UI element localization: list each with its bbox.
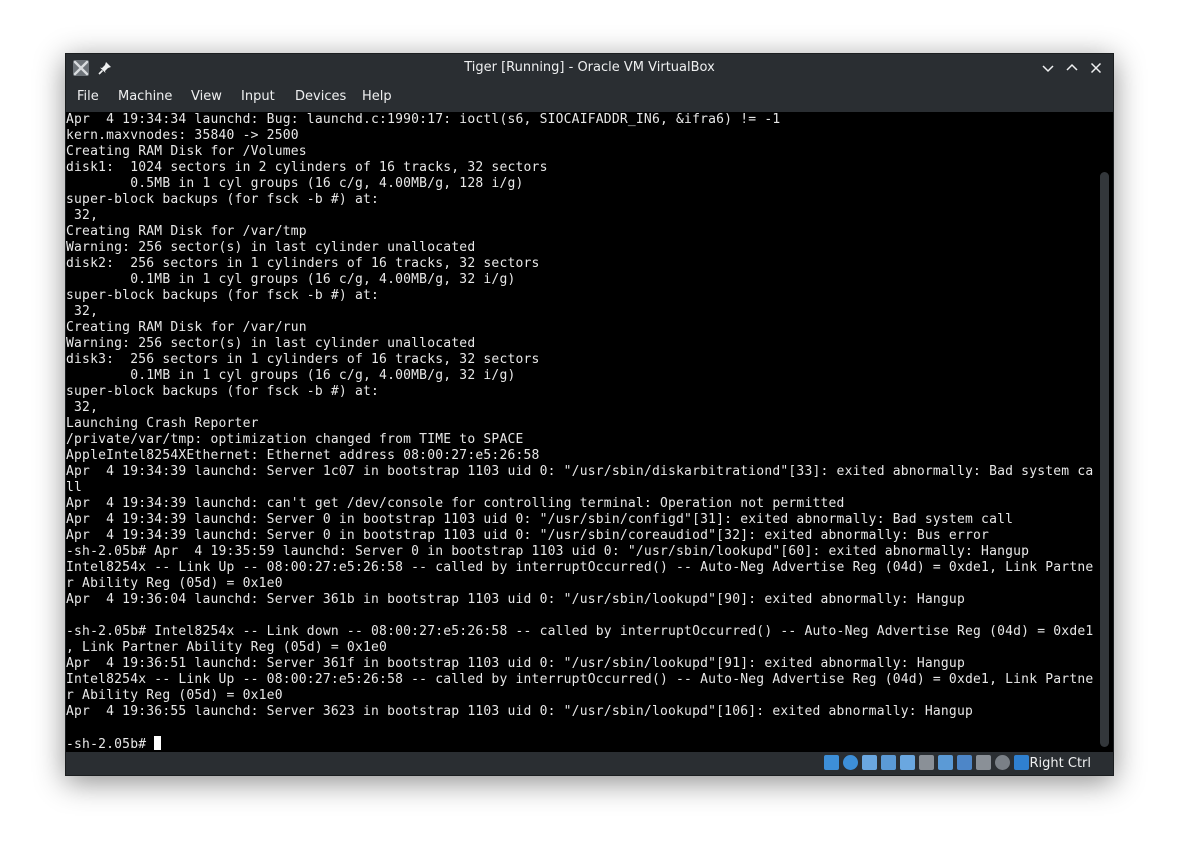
host-key-label[interactable]: Right Ctrl xyxy=(1030,752,1092,775)
console-line: /private/var/tmp: optimization changed f… xyxy=(66,432,524,447)
usb-icon[interactable] xyxy=(900,755,915,770)
console-line: Apr 4 19:34:39 launchd: Server 0 in boot… xyxy=(66,512,1014,527)
vm-display[interactable]: Apr 4 19:34:34 launchd: Bug: launchd.c:1… xyxy=(66,112,1113,752)
title-bar[interactable]: Tiger [Running] - Oracle VM VirtualBox xyxy=(66,54,1113,82)
menu-view[interactable]: View xyxy=(185,82,228,112)
console-line: disk2: 256 sectors in 1 cylinders of 16 … xyxy=(66,256,540,271)
console-line: ll xyxy=(66,480,83,495)
scrollbar[interactable] xyxy=(1100,172,1109,747)
console-line: Apr 4 19:36:55 launchd: Server 3623 in b… xyxy=(66,704,974,719)
hard-disk-icon[interactable] xyxy=(824,755,839,770)
console-line: Intel8254x -- Link Up -- 08:00:27:e5:26:… xyxy=(66,560,1094,575)
display-icon[interactable] xyxy=(938,755,953,770)
console-line: AppleIntel8254XEthernet: Ethernet addres… xyxy=(66,448,540,463)
status-bar: Right Ctrl xyxy=(66,752,1113,775)
console-line: 32, xyxy=(66,208,99,223)
console-line: 32, xyxy=(66,304,99,319)
maximize-icon[interactable] xyxy=(1064,60,1080,76)
console-line: -sh-2.05b# Apr 4 19:35:59 launchd: Serve… xyxy=(66,544,1030,559)
console-line: Creating RAM Disk for /var/tmp xyxy=(66,224,307,239)
mouse-integration-icon[interactable] xyxy=(995,755,1010,770)
console-line: Apr 4 19:34:39 launchd: Server 0 in boot… xyxy=(66,528,990,543)
console-line: 0.1MB in 1 cyl groups (16 c/g, 4.00MB/g,… xyxy=(66,368,516,383)
shell-prompt: -sh-2.05b# xyxy=(66,737,155,752)
console-line: , Link Partner Ability Reg (05d) = 0x1e0 xyxy=(66,640,388,655)
console-line: Apr 4 19:34:39 launchd: can't get /dev/c… xyxy=(66,496,845,511)
console-line: Apr 4 19:34:34 launchd: Bug: launchd.c:1… xyxy=(66,112,781,127)
console-line: disk1: 1024 sectors in 2 cylinders of 16… xyxy=(66,160,548,175)
console-line: super-block backups (for fsck -b #) at: xyxy=(66,192,380,207)
console-line: kern.maxvnodes: 35840 -> 2500 xyxy=(66,128,299,143)
window-title: Tiger [Running] - Oracle VM VirtualBox xyxy=(464,60,715,75)
close-icon[interactable] xyxy=(1088,60,1104,76)
recording-icon[interactable] xyxy=(957,755,972,770)
text-cursor xyxy=(154,736,162,750)
shared-folders-icon[interactable] xyxy=(919,755,934,770)
console-line: Creating RAM Disk for /var/run xyxy=(66,320,307,335)
console-line: Apr 4 19:36:04 launchd: Server 361b in b… xyxy=(66,592,965,607)
menu-help[interactable]: Help xyxy=(356,82,398,112)
console-line: 0.5MB in 1 cyl groups (16 c/g, 4.00MB/g,… xyxy=(66,176,524,191)
console-line: r Ability Reg (05d) = 0x1e0 xyxy=(66,688,283,703)
console-line: -sh-2.05b# Intel8254x -- Link down -- 08… xyxy=(66,624,1094,639)
console-line: Intel8254x -- Link Up -- 08:00:27:e5:26:… xyxy=(66,672,1094,687)
console-output: Apr 4 19:34:34 launchd: Bug: launchd.c:1… xyxy=(66,112,1096,752)
menu-input[interactable]: Input xyxy=(235,82,281,112)
console-line: r Ability Reg (05d) = 0x1e0 xyxy=(66,576,283,591)
console-line: 0.1MB in 1 cyl groups (16 c/g, 4.00MB/g,… xyxy=(66,272,516,287)
console-line: disk3: 256 sectors in 1 cylinders of 16 … xyxy=(66,352,540,367)
optical-drive-icon[interactable] xyxy=(843,755,858,770)
menu-machine[interactable]: Machine xyxy=(112,82,178,112)
menu-bar: File Machine View Input Devices Help xyxy=(66,82,1113,112)
console-line: super-block backups (for fsck -b #) at: xyxy=(66,384,380,399)
console-line: super-block backups (for fsck -b #) at: xyxy=(66,288,380,303)
audio-icon[interactable] xyxy=(862,755,877,770)
console-line: Warning: 256 sector(s) in last cylinder … xyxy=(66,240,476,255)
minimize-icon[interactable] xyxy=(1040,60,1056,76)
console-line: Apr 4 19:36:51 launchd: Server 361f in b… xyxy=(66,656,965,671)
console-line: Launching Crash Reporter xyxy=(66,416,259,431)
console-line: Warning: 256 sector(s) in last cylinder … xyxy=(66,336,476,351)
menu-devices[interactable]: Devices xyxy=(289,82,352,112)
network-icon[interactable] xyxy=(881,755,896,770)
menu-file[interactable]: File xyxy=(71,82,105,112)
cpu-icon[interactable] xyxy=(976,755,991,770)
console-line: Creating RAM Disk for /Volumes xyxy=(66,144,307,159)
console-line: 32, xyxy=(66,400,99,415)
console-line: Apr 4 19:34:39 launchd: Server 1c07 in b… xyxy=(66,464,1094,479)
virtualbox-window: Tiger [Running] - Oracle VM VirtualBox F… xyxy=(65,53,1114,776)
keyboard-capture-icon[interactable] xyxy=(1014,755,1029,770)
